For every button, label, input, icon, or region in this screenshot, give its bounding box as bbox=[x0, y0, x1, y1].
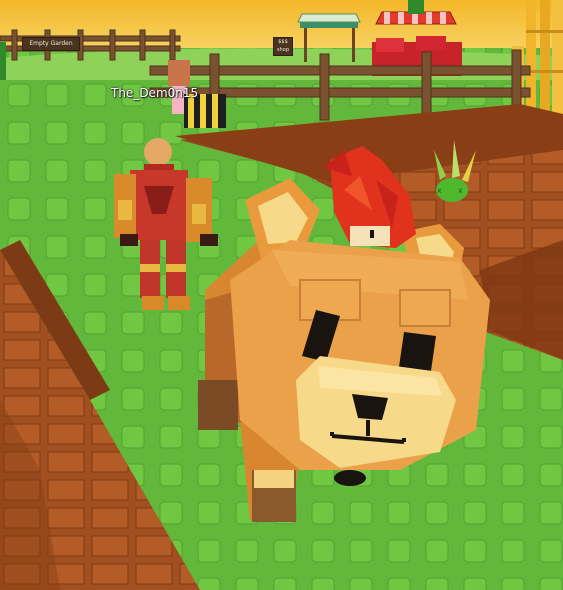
price-sign: $$$ shop bbox=[273, 37, 293, 56]
svg-text:x: x bbox=[437, 186, 442, 195]
svg-text:x: x bbox=[458, 186, 463, 195]
green-post bbox=[0, 42, 6, 80]
empty-garden-sign-text: Empty Garden bbox=[29, 40, 73, 47]
game-viewport[interactable]: x x Empty Garden $$$ shop The_Dem0n15 bbox=[0, 0, 563, 590]
price-sign-line2: shop bbox=[276, 47, 289, 53]
empty-garden-sign: Empty Garden bbox=[22, 37, 80, 51]
price-sign-line1: $$$ bbox=[278, 39, 288, 45]
player-nametag: The_Dem0n15 bbox=[111, 86, 199, 100]
scene-art: x x bbox=[0, 0, 563, 590]
